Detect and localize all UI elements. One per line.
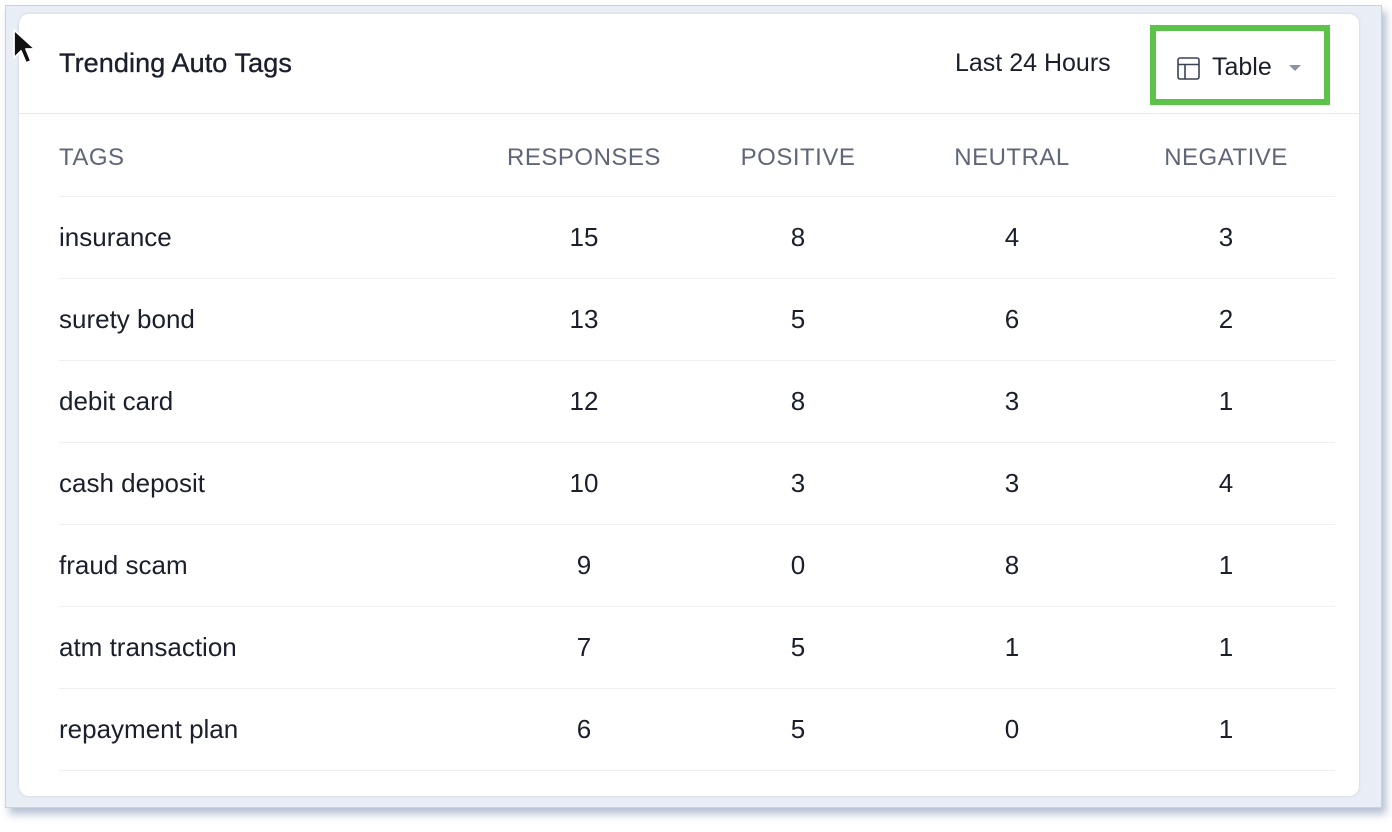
neutral-cell: 8 [907,524,1117,607]
positive-cell: 5 [689,278,907,361]
neutral-cell: 1 [907,606,1117,689]
tag-name-cell: debit card [59,360,479,443]
table-icon [1177,57,1200,80]
table-row[interactable]: repayment plan 6 5 0 1 [59,688,1335,771]
table-row[interactable]: debit card 12 8 3 1 [59,360,1335,443]
tag-name-cell: atm transaction [59,606,479,689]
tag-name-cell: repayment plan [59,688,479,771]
tag-name-cell: surety bond [59,278,479,361]
tags-table: TAGS RESPONSES POSITIVE NEUTRAL NEGATIVE… [59,114,1335,771]
negative-cell: 4 [1117,442,1335,525]
positive-cell: 3 [689,442,907,525]
responses-cell: 9 [479,524,689,607]
column-header-negative[interactable]: NEGATIVE [1117,114,1335,197]
negative-cell: 1 [1117,360,1335,443]
column-header-neutral[interactable]: NEUTRAL [907,114,1117,197]
column-header-positive[interactable]: POSITIVE [689,114,907,197]
neutral-cell: 3 [907,360,1117,443]
tag-name-cell: fraud scam [59,524,479,607]
responses-cell: 12 [479,360,689,443]
responses-cell: 7 [479,606,689,689]
widget-title: Trending Auto Tags [59,48,292,78]
positive-cell: 0 [689,524,907,607]
table-row[interactable]: surety bond 13 5 6 2 [59,278,1335,361]
neutral-cell: 6 [907,278,1117,361]
column-header-tags[interactable]: TAGS [59,114,479,197]
positive-cell: 5 [689,606,907,689]
tag-name-cell: insurance [59,196,479,279]
responses-cell: 10 [479,442,689,525]
view-type-dropdown[interactable]: Table [1150,25,1330,105]
widget-header: Trending Auto Tags Last 24 Hours Table [19,14,1359,114]
time-range-selector[interactable]: Last 24 Hours [955,49,1111,78]
table-row[interactable]: cash deposit 10 3 3 4 [59,442,1335,525]
tag-name-cell: cash deposit [59,442,479,525]
column-header-responses[interactable]: RESPONSES [479,114,689,197]
negative-cell: 3 [1117,196,1335,279]
table-row[interactable]: fraud scam 9 0 8 1 [59,524,1335,607]
neutral-cell: 0 [907,688,1117,771]
negative-cell: 1 [1117,688,1335,771]
positive-cell: 8 [689,196,907,279]
trending-auto-tags-widget: Trending Auto Tags Last 24 Hours Table T… [19,14,1359,796]
negative-cell: 1 [1117,606,1335,689]
positive-cell: 8 [689,360,907,443]
responses-cell: 13 [479,278,689,361]
table-row[interactable]: insurance 15 8 4 3 [59,196,1335,279]
responses-cell: 15 [479,196,689,279]
table-header-row: TAGS RESPONSES POSITIVE NEUTRAL NEGATIVE [59,114,1335,197]
positive-cell: 5 [689,688,907,771]
neutral-cell: 3 [907,442,1117,525]
negative-cell: 2 [1117,278,1335,361]
chevron-down-icon [1289,65,1301,71]
view-type-label: Table [1212,53,1272,81]
window-frame: Trending Auto Tags Last 24 Hours Table T… [5,5,1382,808]
responses-cell: 6 [479,688,689,771]
negative-cell: 1 [1117,524,1335,607]
table-row[interactable]: atm transaction 7 5 1 1 [59,606,1335,689]
neutral-cell: 4 [907,196,1117,279]
